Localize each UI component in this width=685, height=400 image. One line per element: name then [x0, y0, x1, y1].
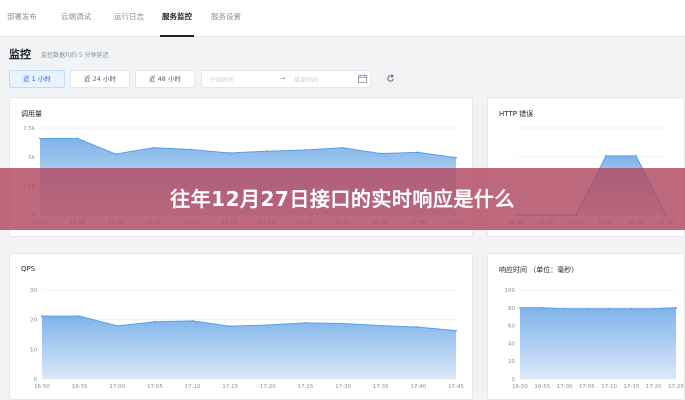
data-point[interactable] — [417, 151, 420, 154]
date-end-input[interactable]: 结束时间 — [294, 75, 318, 84]
tab-service-monitor[interactable]: 服务监控 — [160, 0, 194, 37]
data-point[interactable] — [585, 307, 588, 310]
x-tick-label: 17:05 — [147, 384, 163, 390]
data-point[interactable] — [455, 329, 457, 332]
data-point[interactable] — [417, 326, 420, 328]
data-point[interactable] — [114, 153, 117, 155]
x-tick-label: 17:45 — [448, 384, 464, 390]
date-separator: → — [280, 75, 286, 82]
delay-note: 监控数据均约 5 分钟延迟 — [41, 52, 109, 59]
nav-tab-bar: 部署发布 云端调试 运行日志 服务监控 服务设置 — [0, 0, 685, 37]
y-tick-label: 5k — [28, 155, 35, 161]
data-point[interactable] — [116, 324, 119, 327]
x-tick-label: 17:35 — [373, 384, 389, 390]
range-24h-button[interactable]: 近 24 小时 — [70, 70, 130, 88]
x-tick-label: 17:20 — [260, 384, 276, 390]
refresh-icon[interactable] — [381, 70, 399, 88]
date-range-picker[interactable]: 开始时间 → 结束时间 — [201, 70, 371, 88]
x-tick-label: 17:10 — [185, 384, 201, 390]
tab-service-settings[interactable]: 服务设置 — [202, 0, 250, 37]
headline-banner: 往年12月27日接口的实时响应是什么 — [0, 168, 685, 230]
response-time-chart: 100 80 60 40 20 016:50 16:55 17:00 17:05 17:10 17:… — [505, 288, 685, 390]
data-point[interactable] — [39, 137, 41, 140]
data-point[interactable] — [605, 154, 607, 157]
y-tick-label: 0 — [512, 377, 516, 383]
page-title: 监控 — [9, 48, 31, 61]
x-tick-label: 17:25 — [298, 384, 314, 390]
y-tick-label: 80 — [508, 306, 515, 312]
y-tick-label: 20 — [30, 318, 37, 324]
data-point[interactable] — [152, 146, 155, 149]
data-point[interactable] — [266, 150, 268, 153]
y-tick-label: 0 — [34, 377, 38, 383]
data-point[interactable] — [608, 307, 611, 310]
y-tick-label: 40 — [508, 341, 515, 347]
data-point[interactable] — [519, 306, 521, 309]
calendar-icon[interactable] — [358, 74, 367, 85]
data-point[interactable] — [303, 149, 306, 151]
x-tick-label: 17:15 — [222, 384, 238, 390]
data-point[interactable] — [341, 146, 344, 149]
x-tick-label: 17:25 — [668, 384, 684, 390]
x-tick-label: 16:55 — [534, 384, 550, 390]
data-point[interactable] — [304, 322, 307, 324]
data-point[interactable] — [41, 315, 43, 318]
tab-cloud-debug[interactable]: 云端调试 — [52, 0, 100, 37]
data-point[interactable] — [455, 156, 457, 159]
x-tick-label: 16:50 — [34, 384, 50, 390]
y-tick-label: 20 — [508, 359, 515, 365]
data-point[interactable] — [190, 148, 193, 151]
x-tick-label: 17:10 — [601, 384, 617, 390]
y-tick-label: 7.5k — [23, 126, 36, 132]
data-point[interactable] — [563, 307, 566, 310]
data-point[interactable] — [78, 315, 81, 318]
response-time-chart-panel: 响应时间 （单位：毫秒） 100 80 60 40 20 0 16:50 16:55 17:00… — [487, 253, 685, 400]
data-point[interactable] — [379, 324, 382, 327]
data-point[interactable] — [342, 322, 344, 325]
qps-chart: 30 20 10 016:50 16:55 17:00 17:05 17:10 17:15 17:… — [30, 288, 464, 390]
x-tick-label: 17:20 — [646, 384, 662, 390]
x-tick-label: 16:50 — [512, 384, 528, 390]
y-tick-label: 100 — [505, 288, 516, 294]
range-1h-button[interactable]: 近 1 小时 — [9, 70, 65, 88]
data-point[interactable] — [76, 137, 79, 140]
x-tick-label: 17:00 — [557, 384, 573, 390]
data-point[interactable] — [154, 320, 156, 323]
x-tick-label: 17:05 — [579, 384, 595, 390]
y-tick-label: 10 — [30, 347, 37, 353]
data-point[interactable] — [635, 154, 637, 157]
data-point[interactable] — [266, 324, 269, 326]
tab-deploy[interactable]: 部署发布 — [0, 0, 44, 37]
date-start-input[interactable]: 开始时间 — [210, 75, 234, 84]
x-tick-label: 17:30 — [335, 384, 351, 390]
series-area — [520, 307, 676, 379]
data-point[interactable] — [228, 152, 230, 154]
x-tick-label: 17:15 — [623, 384, 639, 390]
tab-run-log[interactable]: 运行日志 — [105, 0, 153, 37]
data-point[interactable] — [541, 306, 544, 309]
data-point[interactable] — [652, 307, 655, 310]
y-tick-label: 30 — [30, 288, 37, 294]
y-tick-label: 60 — [508, 324, 515, 330]
x-tick-label: 17:40 — [410, 384, 426, 390]
data-point[interactable] — [675, 306, 677, 309]
data-point[interactable] — [191, 319, 194, 322]
data-point[interactable] — [379, 152, 382, 155]
qps-chart-panel: QPS 30 20 10 0 16:50 16:55 17:00 17:05 17:10 17:1… — [9, 253, 473, 400]
data-point[interactable] — [229, 325, 232, 328]
range-48h-button[interactable]: 近 48 小时 — [135, 70, 195, 88]
x-tick-label: 17:00 — [109, 384, 125, 390]
headline-text: 往年12月27日接口的实时响应是什么 — [170, 187, 515, 211]
data-point[interactable] — [630, 307, 633, 310]
x-tick-label: 16:55 — [72, 384, 88, 390]
